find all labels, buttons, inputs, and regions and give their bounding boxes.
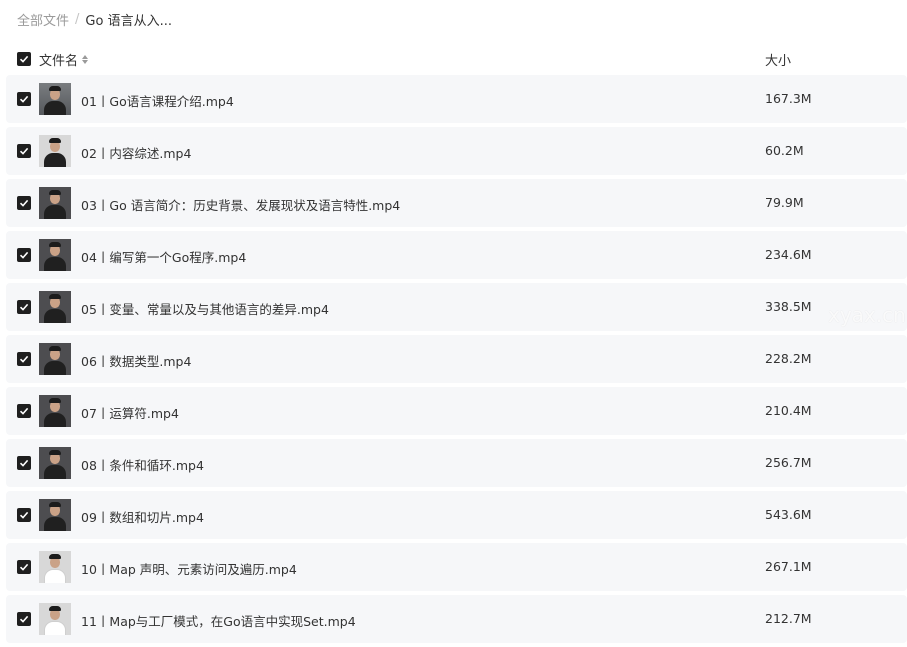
file-size: 167.3M (765, 91, 812, 106)
row-checkbox[interactable] (17, 144, 31, 158)
file-name[interactable]: 11丨Map与工厂模式，在Go语言中实现Set.mp4 (81, 611, 356, 630)
checkmark-icon (19, 459, 29, 467)
file-list: 01丨Go语言课程介绍.mp4 167.3M 02丨内容综述.mp4 60.2M… (6, 75, 907, 647)
file-name[interactable]: 04丨编写第一个Go程序.mp4 (81, 247, 246, 266)
video-thumbnail[interactable] (39, 447, 71, 479)
video-thumbnail[interactable] (39, 291, 71, 323)
checkmark-icon (19, 511, 29, 519)
file-size: 338.5M (765, 299, 812, 314)
file-row[interactable]: 11丨Map与工厂模式，在Go语言中实现Set.mp4 212.7M (6, 595, 907, 643)
file-size: 79.9M (765, 195, 804, 210)
video-thumbnail[interactable] (39, 135, 71, 167)
checkmark-icon (19, 199, 29, 207)
file-name[interactable]: 10丨Map 声明、元素访问及遍历.mp4 (81, 559, 297, 578)
file-name[interactable]: 07丨运算符.mp4 (81, 403, 179, 422)
breadcrumb-separator: / (75, 11, 80, 27)
video-thumbnail[interactable] (39, 499, 71, 531)
row-checkbox[interactable] (17, 612, 31, 626)
column-header-name[interactable]: 文件名 (39, 50, 89, 69)
row-checkbox[interactable] (17, 404, 31, 418)
file-row[interactable]: 01丨Go语言课程介绍.mp4 167.3M (6, 75, 907, 123)
sort-icon[interactable] (82, 55, 89, 64)
checkmark-icon (19, 147, 29, 155)
row-checkbox[interactable] (17, 92, 31, 106)
file-size: 256.7M (765, 455, 812, 470)
breadcrumb-root-link[interactable]: 全部文件 (17, 10, 69, 29)
row-checkbox[interactable] (17, 352, 31, 366)
row-checkbox[interactable] (17, 196, 31, 210)
checkmark-icon (19, 55, 29, 63)
column-header-size[interactable]: 大小 (765, 50, 791, 69)
video-thumbnail[interactable] (39, 395, 71, 427)
file-name[interactable]: 06丨数据类型.mp4 (81, 351, 191, 370)
file-row[interactable]: 07丨运算符.mp4 210.4M (6, 387, 907, 435)
row-checkbox[interactable] (17, 508, 31, 522)
file-size: 228.2M (765, 351, 812, 366)
video-thumbnail[interactable] (39, 83, 71, 115)
video-thumbnail[interactable] (39, 239, 71, 271)
file-row[interactable]: 03丨Go 语言简介：历史背景、发展现状及语言特性.mp4 79.9M (6, 179, 907, 227)
file-name[interactable]: 09丨数组和切片.mp4 (81, 507, 204, 526)
row-checkbox[interactable] (17, 560, 31, 574)
checkmark-icon (19, 251, 29, 259)
file-size: 267.1M (765, 559, 812, 574)
checkmark-icon (19, 355, 29, 363)
row-checkbox[interactable] (17, 300, 31, 314)
file-row[interactable]: 09丨数组和切片.mp4 543.6M (6, 491, 907, 539)
file-size: 210.4M (765, 403, 812, 418)
file-row[interactable]: 10丨Map 声明、元素访问及遍历.mp4 267.1M (6, 543, 907, 591)
video-thumbnail[interactable] (39, 603, 71, 635)
file-name[interactable]: 01丨Go语言课程介绍.mp4 (81, 91, 234, 110)
video-thumbnail[interactable] (39, 187, 71, 219)
file-row[interactable]: 02丨内容综述.mp4 60.2M (6, 127, 907, 175)
file-row[interactable]: 08丨条件和循环.mp4 256.7M (6, 439, 907, 487)
file-size: 234.6M (765, 247, 812, 262)
select-all-checkbox[interactable] (17, 52, 31, 66)
column-header-name-label: 文件名 (39, 54, 79, 69)
file-size: 212.7M (765, 611, 812, 626)
file-name[interactable]: 08丨条件和循环.mp4 (81, 455, 204, 474)
file-list-header: 文件名 大小 (0, 45, 907, 73)
file-size: 60.2M (765, 143, 804, 158)
file-name[interactable]: 03丨Go 语言简介：历史背景、发展现状及语言特性.mp4 (81, 195, 400, 214)
checkmark-icon (19, 303, 29, 311)
row-checkbox[interactable] (17, 248, 31, 262)
file-size: 543.6M (765, 507, 812, 522)
checkmark-icon (19, 95, 29, 103)
checkmark-icon (19, 407, 29, 415)
file-row[interactable]: 06丨数据类型.mp4 228.2M (6, 335, 907, 383)
video-thumbnail[interactable] (39, 551, 71, 583)
file-row[interactable]: 05丨变量、常量以及与其他语言的差异.mp4 338.5M (6, 283, 907, 331)
breadcrumb: 全部文件 / Go 语言从入... (17, 8, 172, 30)
breadcrumb-current: Go 语言从入... (85, 13, 172, 29)
file-name[interactable]: 05丨变量、常量以及与其他语言的差异.mp4 (81, 299, 329, 318)
checkmark-icon (19, 615, 29, 623)
file-row[interactable]: 04丨编写第一个Go程序.mp4 234.6M (6, 231, 907, 279)
checkmark-icon (19, 563, 29, 571)
row-checkbox[interactable] (17, 456, 31, 470)
video-thumbnail[interactable] (39, 343, 71, 375)
file-name[interactable]: 02丨内容综述.mp4 (81, 143, 191, 162)
